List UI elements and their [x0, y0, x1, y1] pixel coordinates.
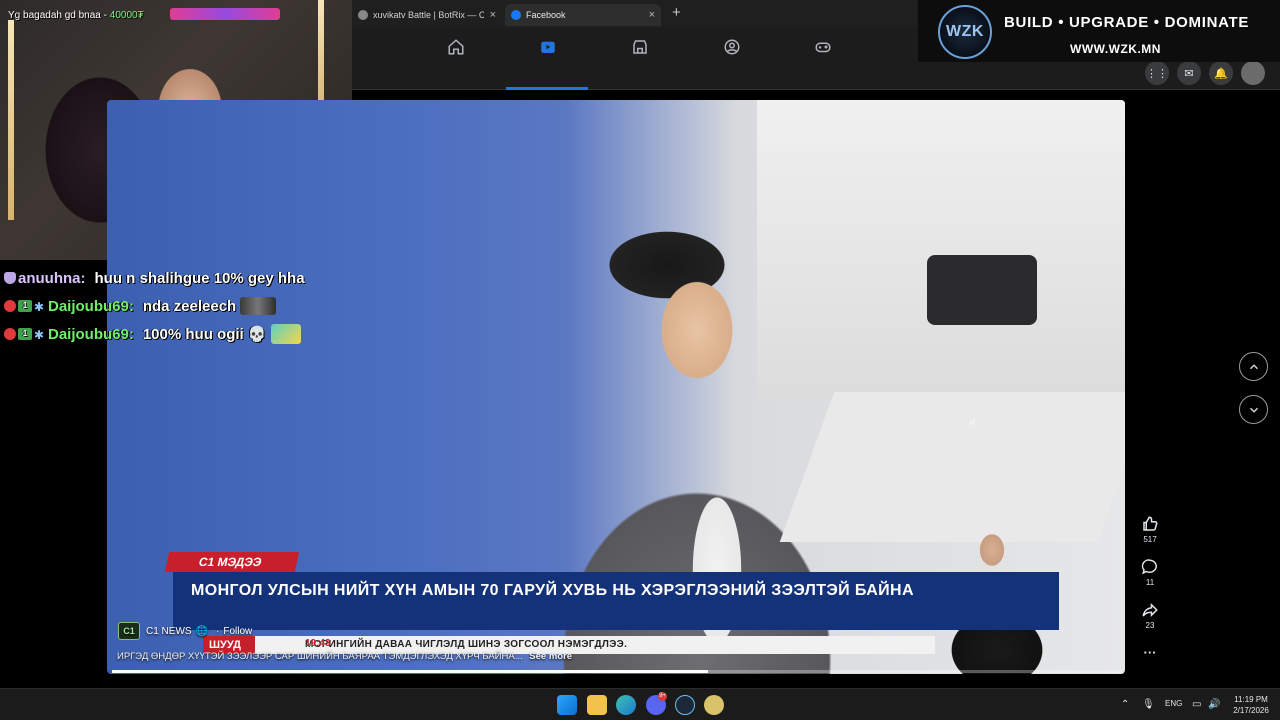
- donation-amount: 40000₮: [109, 10, 144, 21]
- chat-message: 1 ✱ Daijoubu69: nda zeeleech: [4, 292, 364, 320]
- chat-emote: [240, 297, 277, 315]
- account-avatar[interactable]: [1241, 61, 1265, 85]
- video-background-wall: [757, 100, 1125, 400]
- marketplace-icon[interactable]: [627, 34, 653, 60]
- clock-date: 2/17/2026: [1233, 706, 1269, 715]
- page-logo[interactable]: C1: [118, 622, 140, 640]
- chat-text: nda zeeleech: [142, 297, 237, 315]
- gaming-icon[interactable]: [810, 34, 836, 60]
- comment-count: 11: [1145, 578, 1155, 587]
- active-tab-indicator: [506, 87, 588, 90]
- snowflake-badge-icon: ✱: [34, 300, 45, 314]
- ticker-time: 19:43: [305, 638, 331, 649]
- pinned-app-icon[interactable]: [704, 695, 724, 715]
- tab-title: Facebook: [526, 10, 566, 20]
- chat-username: anuuhna:: [18, 269, 86, 287]
- previous-video-button[interactable]: [1239, 352, 1268, 381]
- like-count: 517: [1143, 535, 1157, 544]
- like-icon: [1143, 516, 1158, 531]
- tray-overflow-icon[interactable]: ⌃: [1121, 699, 1129, 710]
- browser-tabbar: xuvikatv Battle | BotRix — Cloud Stre × …: [352, 0, 920, 28]
- discord-notification-badge: 9+: [658, 692, 667, 701]
- chat-message: 1 ✱ Daijoubu69: 100% huu ogii 💀: [4, 320, 364, 348]
- heart-badge-icon: [4, 328, 16, 340]
- subscriber-badge-icon: 1: [18, 300, 32, 312]
- donation-alert: Yg bagadah gd bnaa - 40000₮: [8, 10, 144, 21]
- share-count: 23: [1145, 621, 1155, 630]
- video-caption: ИРГЭД ӨНДӨР ХҮҮТЭЙ ЗЭЭЛЭЭР САР ШИНИЙН БА…: [117, 651, 572, 662]
- page-name[interactable]: C1 NEWS: [146, 626, 192, 637]
- heart-badge-icon: [4, 300, 16, 312]
- chat-username: Daijoubu69:: [48, 325, 134, 343]
- chat-message: anuuhna: huu n shalihgue 10% gey hha: [4, 264, 364, 292]
- windows-start-icon[interactable]: [557, 695, 577, 715]
- donation-text: Yg bagadah gd bnaa -: [8, 10, 110, 21]
- stream-chat: anuuhna: huu n shalihgue 10% gey hha 1 ✱…: [4, 264, 364, 348]
- sponsor-url: WWW.WZK.MN: [1070, 42, 1161, 56]
- taskbar-clock[interactable]: 11:19 PM 2/17/2026: [1228, 694, 1274, 716]
- video-progress-fill: [112, 670, 708, 673]
- see-more-link[interactable]: See more: [529, 651, 572, 662]
- wzk-logo: WZK: [938, 5, 992, 59]
- chat-emote: [270, 324, 301, 344]
- neon-sign: [170, 8, 280, 20]
- tab-title: xuvikatv Battle | BotRix — Cloud Stre: [373, 10, 484, 20]
- news-headline: МОНГОЛ УЛСЫН НИЙТ ХҮН АМЫН 70 ГАРУЙ ХУВЬ…: [173, 572, 1059, 630]
- sponsor-banner: WZK BUILD • UPGRADE • DOMINATE WWW.WZK.M…: [918, 0, 1280, 62]
- video-player[interactable]: С1 МЭДЭЭ МОНГОЛ УЛСЫН НИЙТ ХҮН АМЫН 70 Г…: [107, 100, 1125, 674]
- globe-icon: 🌐: [195, 625, 209, 637]
- network-icon[interactable]: ▭: [1192, 699, 1201, 710]
- subscriber-badge-icon: 1: [18, 328, 32, 340]
- moderator-badge-icon: [4, 272, 16, 284]
- browser-tab-botrix[interactable]: xuvikatv Battle | BotRix — Cloud Stre ×: [352, 4, 502, 26]
- menu-grid-icon[interactable]: ⋮⋮: [1145, 61, 1169, 85]
- file-explorer-icon[interactable]: [587, 695, 607, 715]
- chat-text: huu n shalihgue 10% gey hha: [94, 269, 305, 287]
- close-icon[interactable]: ×: [649, 9, 655, 21]
- close-icon[interactable]: ×: [490, 9, 496, 21]
- ring-light: [8, 20, 14, 220]
- caption-text: ИРГЭД ӨНДӨР ХҮҮТЭЙ ЗЭЭЛЭЭР САР ШИНИЙН БА…: [117, 651, 523, 662]
- share-button[interactable]: 23: [1136, 601, 1164, 630]
- sponsor-slogan: BUILD • UPGRADE • DOMINATE: [1004, 14, 1250, 31]
- browser-tab-facebook[interactable]: Facebook ×: [505, 4, 661, 26]
- more-options-icon[interactable]: ···: [1136, 645, 1164, 660]
- home-icon[interactable]: [443, 34, 469, 60]
- steam-icon[interactable]: [675, 695, 695, 715]
- chevron-up-icon: [1249, 363, 1258, 369]
- comment-icon: [1141, 559, 1157, 575]
- volume-icon[interactable]: 🔊: [1208, 699, 1220, 710]
- microphone-icon[interactable]: 🎙: [1142, 699, 1155, 710]
- edge-browser-icon[interactable]: [616, 695, 636, 715]
- tab-favicon: [358, 10, 368, 20]
- comment-button[interactable]: 11: [1136, 558, 1164, 587]
- new-tab-icon[interactable]: +: [672, 4, 681, 21]
- facebook-icon: [511, 10, 521, 20]
- windows-taskbar: 9+ ⌃ 🎙 ENG ▭ 🔊 11:19 PM 2/17/2026: [0, 688, 1280, 720]
- groups-icon[interactable]: [719, 34, 745, 60]
- video-chair: [927, 255, 1037, 325]
- video-icon[interactable]: [535, 34, 561, 60]
- clock-time: 11:19 PM: [1234, 695, 1268, 704]
- video-progress-bar[interactable]: [112, 670, 1122, 673]
- messenger-icon[interactable]: ✉: [1177, 61, 1201, 85]
- separator-dot: ·: [216, 625, 220, 637]
- chevron-down-icon: [1249, 407, 1258, 413]
- news-tag: С1 МЭДЭЭ: [164, 552, 300, 572]
- follow-button[interactable]: Follow: [223, 626, 252, 637]
- chat-text: 100% huu ogii 💀: [142, 326, 267, 343]
- next-video-button[interactable]: [1239, 395, 1268, 424]
- like-button[interactable]: 517: [1136, 515, 1164, 544]
- snowflake-badge-icon: ✱: [34, 328, 45, 342]
- chat-username: Daijoubu69:: [48, 297, 134, 315]
- video-page-info: C1 C1 NEWS 🌐 · Follow: [118, 622, 252, 640]
- share-icon: [1142, 602, 1158, 618]
- hand-cursor-icon: ☝: [968, 416, 976, 431]
- language-indicator[interactable]: ENG: [1165, 699, 1182, 708]
- notifications-icon[interactable]: 🔔: [1209, 61, 1233, 85]
